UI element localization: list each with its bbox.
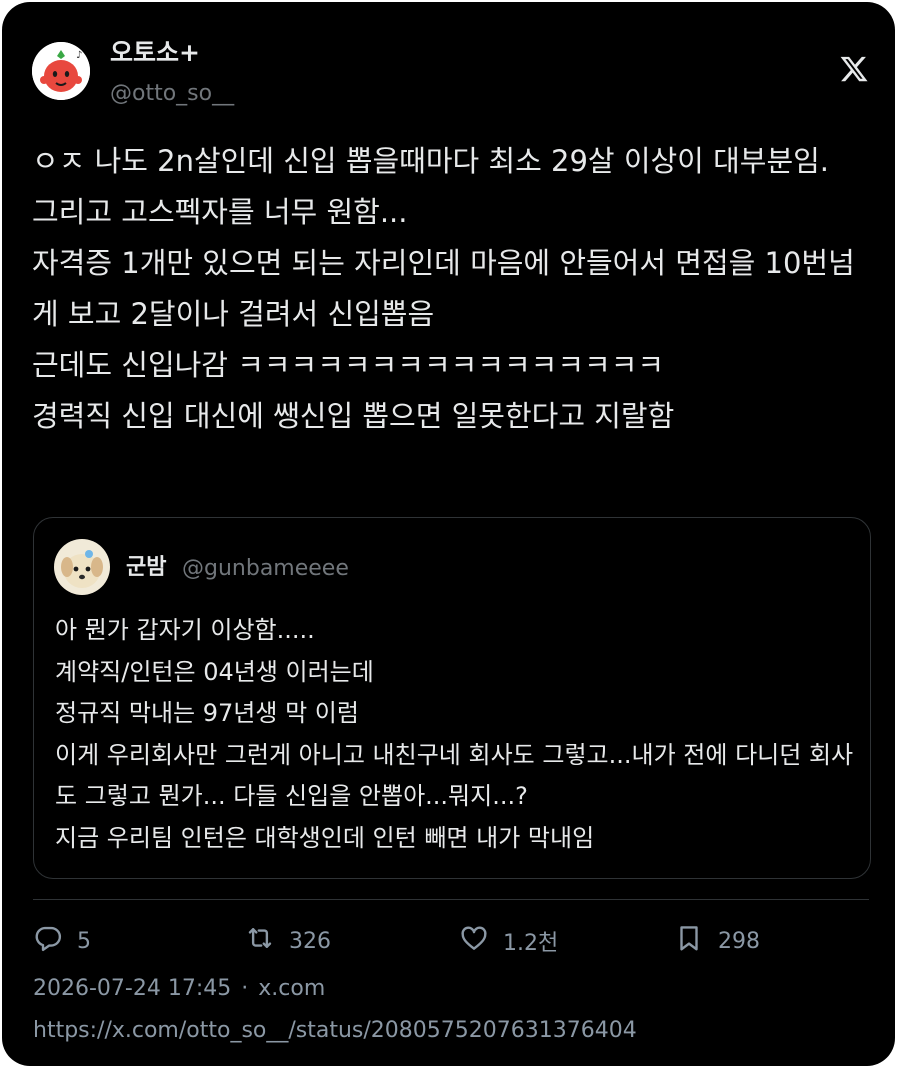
quoted-tweet-text: 아 뭔가 갑자기 이상함..... 계약직/인턴은 04년생 이러는데 정규직 … (55, 616, 854, 852)
author-display-name[interactable]: 오토소+ (110, 38, 200, 68)
reply-count: 5 (77, 928, 91, 954)
reply-icon (33, 923, 63, 959)
retweet-icon (245, 923, 275, 959)
timestamp[interactable]: 2026-07-24 17:45 (33, 976, 231, 1001)
author-avatar[interactable]: ♪ (32, 42, 90, 100)
heart-icon (459, 923, 489, 959)
svg-text:♪: ♪ (76, 50, 82, 61)
tweet-meta: 2026-07-24 17:45 · x.com (33, 974, 325, 1004)
bookmark-count: 298 (718, 928, 760, 954)
quoted-author-handle[interactable]: @gunbameeee (182, 555, 349, 583)
tweet-card: ♪ 오토소+ @otto_so__ ㅇㅈ 나도 2n살인데 신입 뽑을때마다 최… (2, 2, 895, 1066)
x-logo-icon[interactable] (839, 54, 869, 84)
reply-button[interactable]: 5 (33, 924, 91, 958)
like-count: 1.2천 (503, 931, 559, 956)
quoted-author-avatar[interactable] (54, 539, 110, 595)
retweet-count: 326 (289, 928, 331, 954)
meta-separator: · (241, 976, 249, 1001)
divider (33, 899, 869, 900)
source-label: x.com (258, 976, 326, 1001)
tweet-url[interactable]: https://x.com/otto_so__/status/208057520… (33, 1016, 637, 1046)
quoted-author-display-name[interactable]: 군밤 (126, 554, 166, 582)
bookmark-button[interactable]: 298 (674, 924, 760, 958)
author-handle[interactable]: @otto_so__ (110, 80, 234, 108)
bookmark-icon (674, 923, 704, 959)
retweet-button[interactable]: 326 (245, 924, 331, 958)
tweet-text: ㅇㅈ 나도 2n살인데 신입 뽑을때마다 최소 29살 이상이 대부분임. 그리… (32, 144, 855, 433)
quoted-tweet[interactable]: 군밤 @gunbameeee 아 뭔가 갑자기 이상함..... 계약직/인턴은… (33, 517, 871, 879)
like-button[interactable]: 1.2천 (459, 924, 558, 958)
